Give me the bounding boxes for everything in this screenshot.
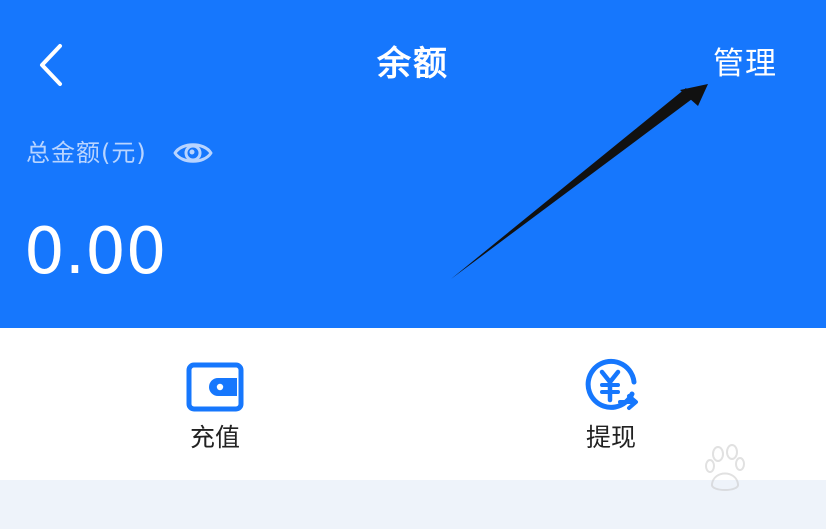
eye-icon[interactable] — [172, 136, 214, 170]
balance-screen: 余额 管理 总金额(元) 0.00 充值 提现 — [0, 0, 826, 529]
withdraw-label: 提现 — [585, 423, 636, 452]
action-bar: 充值 提现 — [0, 328, 826, 480]
recharge-label: 充值 — [189, 423, 240, 452]
balance-header: 余额 管理 总金额(元) 0.00 — [0, 0, 826, 328]
recharge-button[interactable]: 充值 — [150, 356, 280, 466]
withdraw-button[interactable]: 提现 — [546, 356, 676, 466]
page-background-area — [0, 480, 826, 529]
chevron-left-icon — [40, 44, 62, 86]
wallet-icon — [186, 362, 244, 412]
yuan-withdraw-icon — [585, 358, 638, 410]
total-amount-label: 总金额(元) — [26, 139, 147, 167]
back-button[interactable] — [30, 38, 78, 92]
balance-amount: 0.00 — [24, 215, 167, 289]
manage-button[interactable]: 管理 — [700, 40, 790, 88]
